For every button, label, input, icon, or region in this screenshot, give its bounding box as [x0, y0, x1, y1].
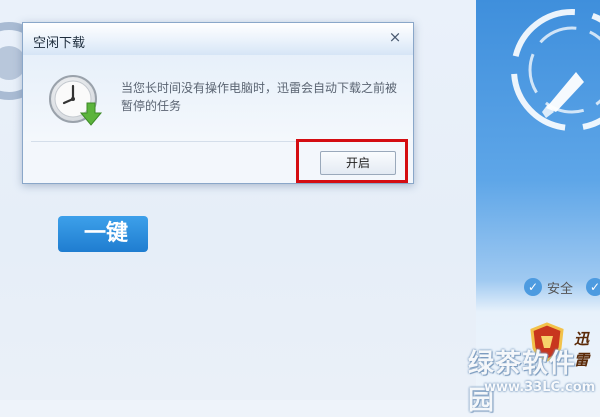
close-icon[interactable]: × — [385, 27, 405, 47]
one-key-button[interactable]: 一键 — [58, 216, 148, 252]
safe-item: ✓ 安全 — [524, 276, 573, 298]
clock-download-icon — [49, 75, 103, 126]
start-button[interactable]: 开启 — [320, 151, 396, 175]
safe-item-2: ✓ — [586, 276, 600, 298]
dialog-body: 当您长时间没有操作电脑时，迅雷会自动下载之前被暂停的任务 — [23, 55, 413, 141]
dialog-titlebar[interactable]: 空闲下载 × — [23, 23, 413, 55]
check-icon: ✓ — [586, 278, 600, 296]
dialog-title: 空闲下载 — [33, 36, 86, 51]
dialog-message: 当您长时间没有操作电脑时，迅雷会自动下载之前被暂停的任务 — [121, 81, 398, 113]
watermark-url: www.33LC.com — [484, 380, 596, 395]
check-icon: ✓ — [524, 278, 542, 296]
safe-item-label: 安全 — [547, 281, 574, 297]
